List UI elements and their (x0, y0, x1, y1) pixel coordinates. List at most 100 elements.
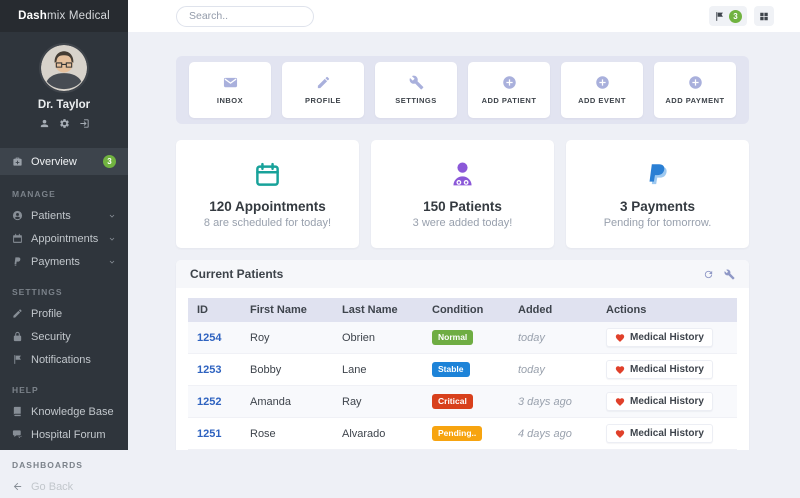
top-bar-actions: 3 (709, 6, 774, 26)
stat-subtitle: Pending for tomorrow. (604, 217, 712, 229)
profile-button[interactable]: PROFILE (282, 62, 364, 118)
patient-id-link[interactable]: 1252 (197, 396, 221, 408)
quick-actions-band: INBOX PROFILE SETTINGS ADD PATIENT ADD E… (176, 56, 749, 124)
patient-last-name: Alvarado (334, 418, 424, 450)
heart-icon (615, 429, 625, 439)
gear-icon[interactable] (59, 118, 70, 129)
heart-icon (615, 397, 625, 407)
sidebar-item-label: Overview (31, 156, 95, 168)
added-date: 3 days ago (518, 396, 572, 408)
action-label: Medical History (630, 428, 704, 439)
condition-badge: Stable (432, 362, 470, 378)
book-icon (12, 406, 23, 417)
sidebar: Dashmix Medical Dr. Taylor Overview 3 Ma… (0, 0, 128, 450)
sidebar-item-label: Knowledge Base (31, 406, 116, 418)
sign-out-icon[interactable] (79, 118, 90, 129)
sidebar-item-payments[interactable]: Payments (0, 250, 128, 273)
patient-id-link[interactable]: 1251 (197, 428, 221, 440)
added-date: today (518, 332, 545, 344)
doctor-icon (448, 160, 477, 189)
payments-stat-card[interactable]: 3 Payments Pending for tomorrow. (566, 140, 749, 248)
stats-row: 120 Appointments 8 are scheduled for tod… (176, 140, 749, 248)
sidebar-item-appointments[interactable]: Appointments (0, 227, 128, 250)
pencil-icon (12, 308, 23, 319)
wrench-icon (409, 75, 424, 90)
plus-circle-icon (502, 75, 517, 90)
add-event-button[interactable]: ADD EVENT (561, 62, 643, 118)
heart-icon (615, 333, 625, 343)
brand-bold: Dash (18, 10, 47, 22)
avatar-image (41, 45, 87, 91)
sidebar-item-label: Patients (31, 210, 100, 222)
col-actions: Actions (598, 298, 737, 322)
patient-last-name: Ray (334, 386, 424, 418)
search-input[interactable] (176, 6, 314, 27)
medical-history-button[interactable]: Medical History (606, 360, 713, 379)
top-bar: 3 (128, 0, 800, 32)
sidebar-item-label: Notifications (31, 354, 116, 366)
user-name[interactable]: Dr. Taylor (0, 99, 128, 111)
sidebar-item-label: Profile (31, 308, 116, 320)
patient-id-link[interactable]: 1253 (197, 364, 221, 376)
appointments-stat-card[interactable]: 120 Appointments 8 are scheduled for tod… (176, 140, 359, 248)
medkit-icon (12, 156, 23, 167)
arrow-left-icon (12, 481, 23, 492)
medical-history-button[interactable]: Medical History (606, 328, 713, 347)
quick-action-label: ADD PAYMENT (665, 96, 724, 105)
quick-action-label: PROFILE (305, 96, 341, 105)
chevron-down-icon (108, 253, 116, 271)
sidebar-item-patients[interactable]: Patients (0, 204, 128, 227)
heart-icon (615, 365, 625, 375)
col-last-name: Last Name (334, 298, 424, 322)
patient-first-name: Roy (242, 322, 334, 354)
col-first-name: First Name (242, 298, 334, 322)
col-id: ID (188, 298, 242, 322)
table-row: 1252 Amanda Ray Critical 3 days ago Medi… (188, 386, 737, 418)
brand-logo[interactable]: Dashmix Medical (0, 0, 128, 32)
condition-badge: Critical (432, 394, 473, 410)
notification-count-badge: 3 (729, 10, 742, 23)
medical-history-button[interactable]: Medical History (606, 424, 713, 443)
col-added: Added (510, 298, 598, 322)
stat-title: 150 Patients (423, 199, 502, 214)
notifications-button[interactable]: 3 (709, 6, 747, 26)
card-header: Current Patients (176, 260, 749, 288)
stat-title: 3 Payments (620, 199, 695, 214)
overview-badge: 3 (103, 155, 116, 168)
sidebar-item-label: Payments (31, 256, 100, 268)
added-date: today (518, 364, 545, 376)
patient-id-link[interactable]: 1254 (197, 332, 221, 344)
brand-rest: mix Medical (47, 10, 110, 22)
lock-icon (12, 331, 23, 342)
sidebar-item-profile[interactable]: Profile (0, 302, 128, 325)
chat-icon (12, 429, 23, 440)
quick-action-label: SETTINGS (395, 96, 437, 105)
sidebar-item-overview[interactable]: Overview 3 (0, 148, 128, 175)
sidebar-item-hospital-forum[interactable]: Hospital Forum (0, 423, 128, 446)
quick-action-label: INBOX (217, 96, 243, 105)
action-label: Medical History (630, 332, 704, 343)
patient-first-name: Bobby (242, 354, 334, 386)
wrench-icon[interactable] (724, 269, 735, 280)
add-patient-button[interactable]: ADD PATIENT (468, 62, 550, 118)
settings-button[interactable]: SETTINGS (375, 62, 457, 118)
user-quick-icons (0, 118, 128, 129)
patient-last-name: Obrien (334, 322, 424, 354)
table-header-row: ID First Name Last Name Condition Added … (188, 298, 737, 322)
apps-grid-button[interactable] (754, 6, 774, 26)
refresh-icon[interactable] (703, 269, 714, 280)
sidebar-item-security[interactable]: Security (0, 325, 128, 348)
quick-action-label: ADD PATIENT (482, 96, 537, 105)
medical-history-button[interactable]: Medical History (606, 392, 713, 411)
sidebar-item-notifications[interactable]: Notifications (0, 348, 128, 371)
add-payment-button[interactable]: ADD PAYMENT (654, 62, 736, 118)
sidebar-item-knowledge-base[interactable]: Knowledge Base (0, 400, 128, 423)
sidebar-item-label: Appointments (31, 233, 100, 245)
avatar[interactable] (41, 45, 87, 91)
patients-stat-card[interactable]: 150 Patients 3 were added today! (371, 140, 554, 248)
chevron-down-icon (108, 230, 116, 248)
user-profile-icon[interactable] (39, 118, 50, 129)
inbox-button[interactable]: INBOX (189, 62, 271, 118)
sidebar-item-go-back[interactable]: Go Back (0, 475, 128, 498)
table-row: 1253 Bobby Lane Stable today Medical His… (188, 354, 737, 386)
